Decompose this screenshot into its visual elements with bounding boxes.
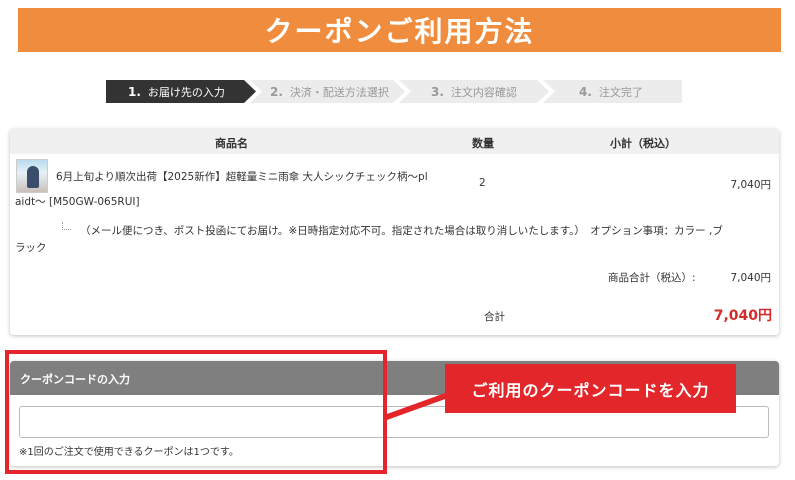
step-1-shipping-address: 1. お届け先の入力 xyxy=(106,80,256,103)
step-label: 注文完了 xyxy=(598,85,643,99)
step-4-order-complete: 4. 注文完了 xyxy=(543,80,682,103)
step-label: 決済・配送方法選択 xyxy=(289,85,389,99)
coupon-callout: ご利用のクーポンコードを入力 xyxy=(445,364,736,413)
callout-text: ご利用のクーポンコードを入力 xyxy=(471,380,710,400)
step-label: 注文内容確認 xyxy=(450,85,517,99)
step-number: 2. xyxy=(270,84,283,99)
step-number: 1. xyxy=(128,84,141,99)
step-number: 3. xyxy=(431,84,444,99)
step-3-order-confirm: 3. 注文内容確認 xyxy=(399,80,549,103)
checkout-steps: 1. お届け先の入力 2. 決済・配送方法選択 3. 注文内容確認 4. 注文完… xyxy=(106,80,682,103)
step-label: お届け先の入力 xyxy=(147,85,225,99)
step-number: 4. xyxy=(579,84,592,99)
step-2-payment-delivery: 2. 決済・配送方法選択 xyxy=(250,80,405,103)
